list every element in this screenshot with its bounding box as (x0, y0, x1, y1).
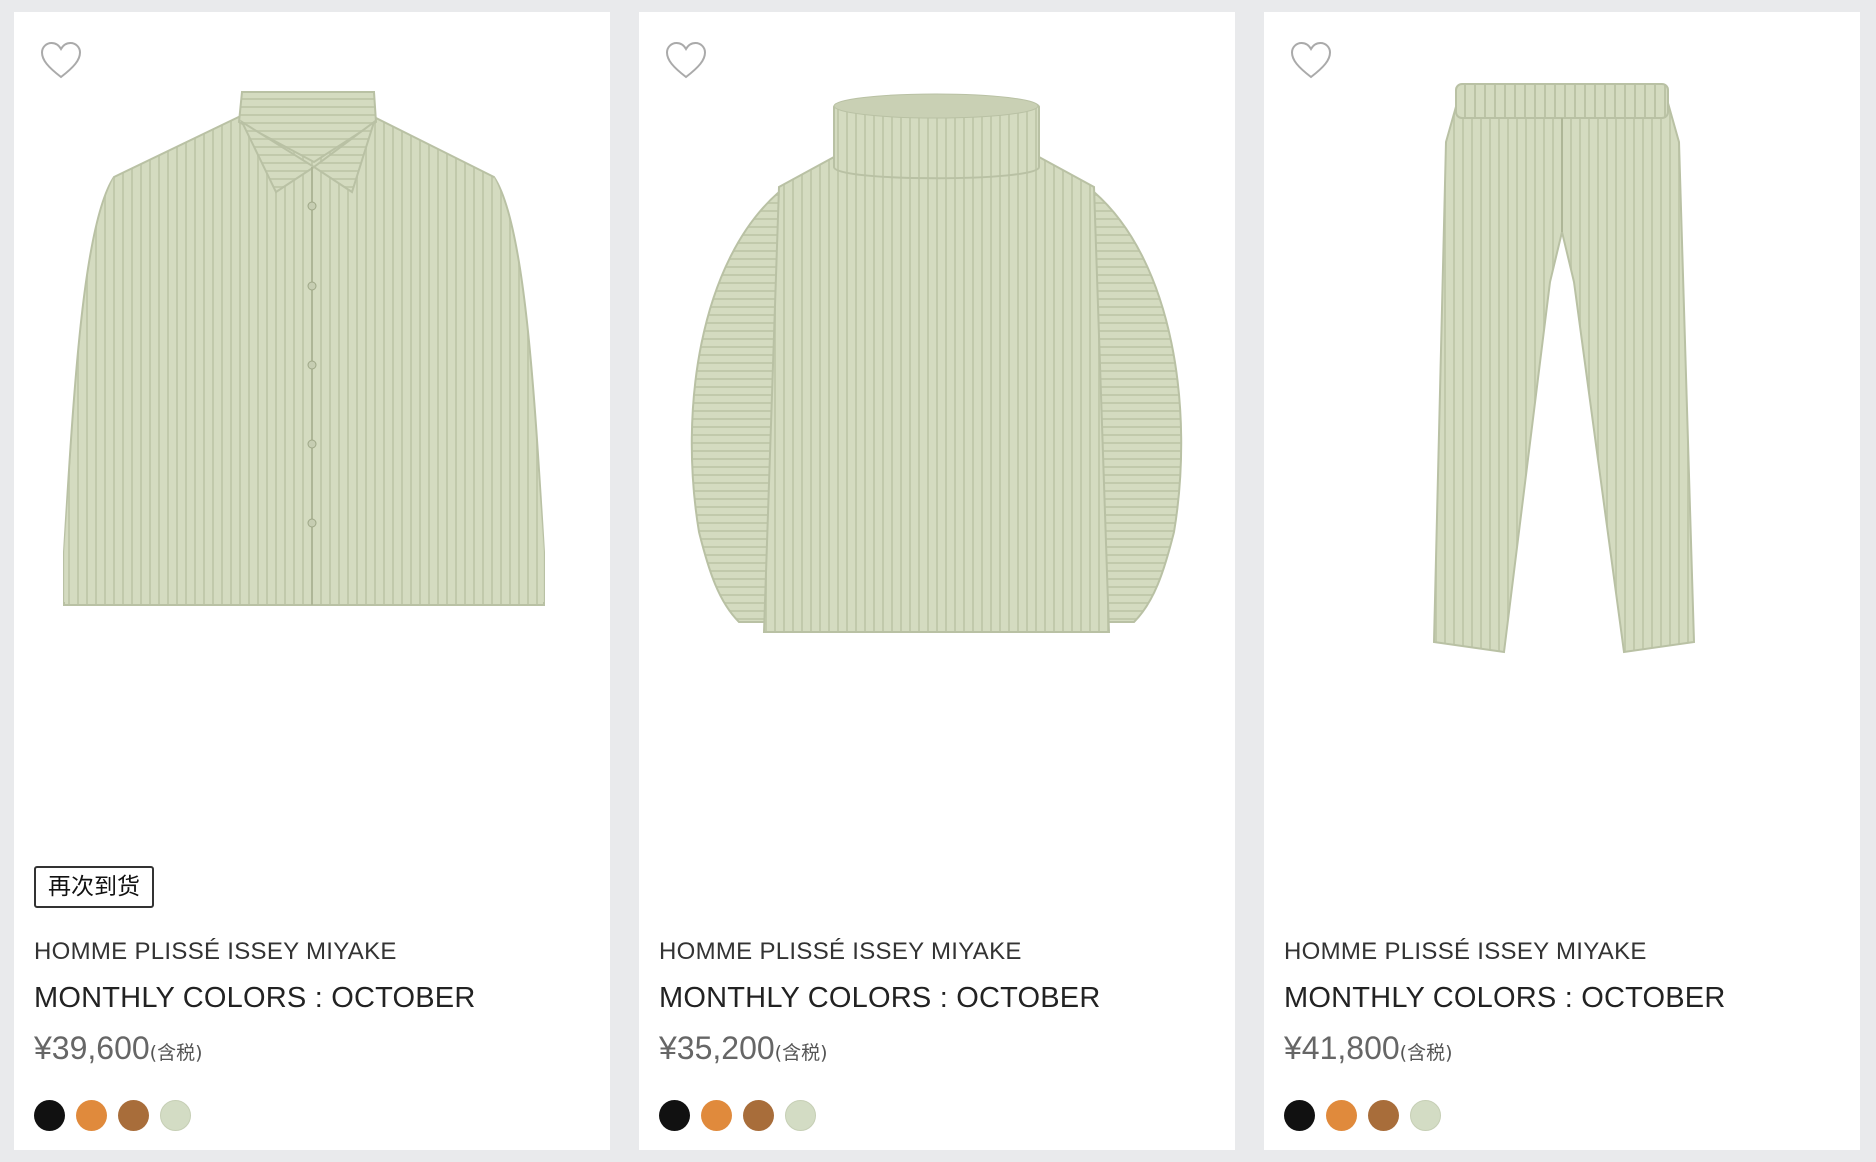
color-swatch-black[interactable] (659, 1100, 690, 1131)
color-swatch-sage[interactable] (785, 1100, 816, 1131)
color-swatches (34, 1100, 191, 1131)
tax-note: (含税) (774, 1042, 828, 1064)
product-brand: HOMME PLISSÉ ISSEY MIYAKE (659, 938, 1022, 965)
product-price: ¥39,600(含税) (34, 1030, 203, 1066)
product-image-turtleneck[interactable] (639, 82, 1235, 782)
product-price: ¥41,800(含税) (1284, 1030, 1453, 1066)
product-grid: 再次到货 HOMME PLISSÉ ISSEY MIYAKE MONTHLY C… (0, 0, 1876, 1162)
product-card[interactable]: HOMME PLISSÉ ISSEY MIYAKE MONTHLY COLORS… (1264, 12, 1860, 1150)
color-swatch-brown[interactable] (118, 1100, 149, 1131)
restock-badge: 再次到货 (34, 866, 154, 908)
color-swatch-sage[interactable] (160, 1100, 191, 1131)
color-swatch-brown[interactable] (1368, 1100, 1399, 1131)
product-brand: HOMME PLISSÉ ISSEY MIYAKE (34, 938, 397, 965)
tax-note: (含税) (1399, 1042, 1453, 1064)
color-swatches (1284, 1100, 1441, 1131)
color-swatch-sage[interactable] (1410, 1100, 1441, 1131)
color-swatch-orange[interactable] (701, 1100, 732, 1131)
tax-note: (含税) (149, 1042, 203, 1064)
favorite-heart-icon[interactable] (38, 38, 84, 84)
color-swatches (659, 1100, 816, 1131)
product-card[interactable]: 再次到货 HOMME PLISSÉ ISSEY MIYAKE MONTHLY C… (14, 12, 610, 1150)
product-name[interactable]: MONTHLY COLORS : OCTOBER (659, 982, 1101, 1015)
favorite-heart-icon[interactable] (1288, 38, 1334, 84)
favorite-heart-icon[interactable] (663, 38, 709, 84)
product-image-shirt[interactable] (14, 82, 610, 782)
product-card[interactable]: HOMME PLISSÉ ISSEY MIYAKE MONTHLY COLORS… (639, 12, 1235, 1150)
product-image-trousers[interactable] (1264, 82, 1860, 782)
color-swatch-orange[interactable] (1326, 1100, 1357, 1131)
color-swatch-orange[interactable] (76, 1100, 107, 1131)
product-name[interactable]: MONTHLY COLORS : OCTOBER (34, 982, 476, 1015)
product-price: ¥35,200(含税) (659, 1030, 828, 1066)
color-swatch-black[interactable] (1284, 1100, 1315, 1131)
color-swatch-brown[interactable] (743, 1100, 774, 1131)
color-swatch-black[interactable] (34, 1100, 65, 1131)
product-brand: HOMME PLISSÉ ISSEY MIYAKE (1284, 938, 1647, 965)
product-name[interactable]: MONTHLY COLORS : OCTOBER (1284, 982, 1726, 1015)
